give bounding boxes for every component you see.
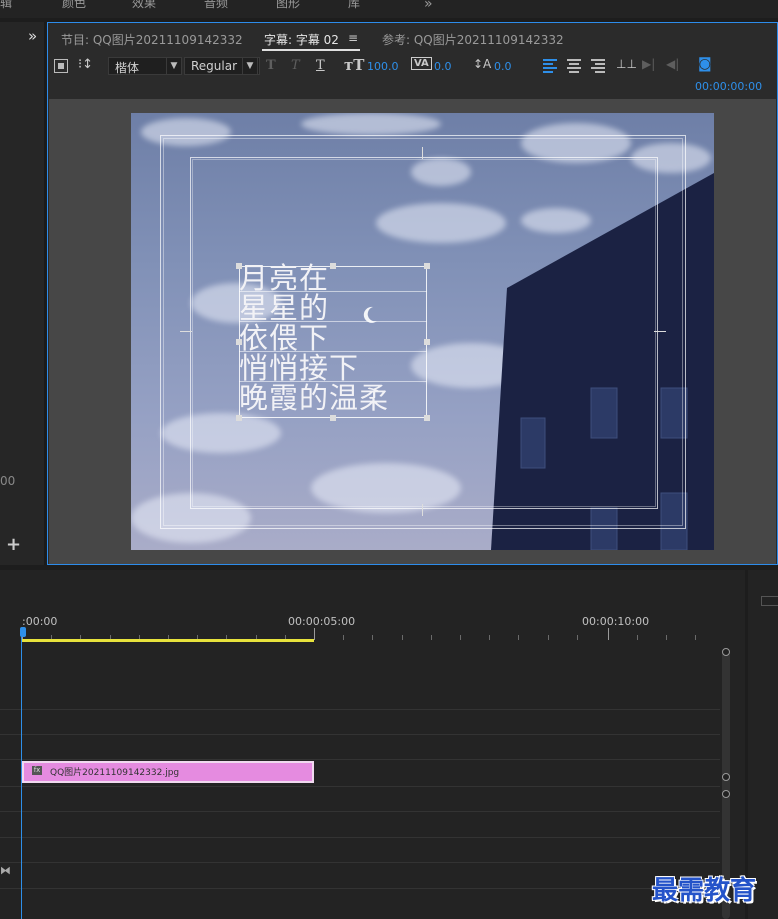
- kerning-value[interactable]: 0.0: [434, 60, 452, 73]
- work-area-bar[interactable]: [22, 639, 314, 642]
- crescent-moon-icon: [363, 306, 377, 323]
- align-left-icon[interactable]: [543, 59, 557, 73]
- tab-title[interactable]: 字幕: 字幕 02: [264, 31, 339, 48]
- fx-badge: fx: [32, 766, 42, 775]
- video-clip[interactable]: fx QQ图片20211109142332.jpg: [22, 761, 314, 783]
- title-designer-panel: » 节目: QQ图片20211109142332 字幕: 字幕 02 ≡ 参考:…: [28, 22, 778, 565]
- center-mark: [180, 331, 192, 332]
- track-divider: [0, 862, 720, 863]
- resize-handle[interactable]: [236, 263, 242, 269]
- resize-handle[interactable]: [424, 339, 430, 345]
- timecode-label: :00:00: [22, 615, 58, 628]
- template-icon[interactable]: ◀|: [666, 57, 679, 71]
- add-icon[interactable]: +: [6, 534, 21, 555]
- timecode-display[interactable]: 00:00:00:00: [695, 80, 762, 93]
- panel-edge: [761, 596, 778, 606]
- snap-icon[interactable]: ⧓: [0, 864, 11, 877]
- font-size-icon: тT: [344, 56, 365, 74]
- resize-handle[interactable]: [424, 415, 430, 421]
- timecode-label: 00:00:05:00: [288, 615, 356, 628]
- scroll-handle[interactable]: [722, 648, 730, 656]
- timecode-label: 00:00:10:00: [582, 615, 650, 628]
- active-tab-indicator: [262, 49, 360, 51]
- tab-reference[interactable]: 参考: QQ图片20211109142332: [382, 31, 564, 48]
- tab-program[interactable]: 节目: QQ图片20211109142332: [61, 31, 243, 48]
- resize-handle[interactable]: [236, 339, 242, 345]
- workspace-menu-item[interactable]: 音频: [204, 0, 228, 11]
- track-divider: [0, 888, 720, 889]
- align-center-icon[interactable]: [567, 59, 581, 73]
- cloud: [301, 113, 441, 135]
- title-text-line[interactable]: 晚霞的温柔: [239, 383, 389, 413]
- resize-handle[interactable]: [424, 263, 430, 269]
- workspace-menu-item[interactable]: 图形: [276, 0, 300, 11]
- workspace-menu-item[interactable]: 效果: [132, 0, 156, 11]
- track-divider: [0, 734, 720, 735]
- title-text-line[interactable]: 依偎下: [239, 323, 329, 353]
- right-panel: [748, 570, 778, 919]
- resize-handle[interactable]: [330, 415, 336, 421]
- workspace-menu-item[interactable]: 颜色: [62, 0, 86, 11]
- timeline-panel: :00:00 00:00:05:00 00:00:10:00 fx QQ图片20…: [0, 570, 745, 919]
- show-background-video-icon[interactable]: ◙: [698, 56, 712, 72]
- resize-handle[interactable]: [330, 263, 336, 269]
- align-right-icon[interactable]: [591, 59, 605, 73]
- tab-stops-icon[interactable]: ⊥⊥: [616, 57, 637, 71]
- track-divider: [0, 786, 720, 787]
- chevron-down-icon[interactable]: ▼: [166, 57, 182, 75]
- overflow-icon[interactable]: »: [424, 0, 433, 12]
- title-canvas[interactable]: 月亮在 星星的 依偎下 悄悄接下 晚霞的温柔: [49, 99, 776, 564]
- playhead-line[interactable]: [21, 628, 22, 919]
- left-panel: 00 +: [0, 22, 46, 565]
- center-mark: [654, 331, 666, 332]
- font-size-value[interactable]: 100.0: [367, 60, 399, 73]
- workspace-menu-bar: 辑 颜色 效果 音频 图形 库 »: [0, 0, 778, 18]
- track-divider: [0, 811, 720, 812]
- watermark-logo: 最需教育: [652, 876, 757, 906]
- clip-label: QQ图片20211109142332.jpg: [50, 768, 180, 778]
- underline-button[interactable]: T: [316, 58, 325, 73]
- workspace-menu-item[interactable]: 库: [348, 0, 360, 11]
- text-box-icon[interactable]: [54, 59, 68, 73]
- chevron-down-icon[interactable]: ▼: [242, 57, 258, 75]
- collapse-icon[interactable]: »: [28, 27, 37, 45]
- line-spacing-icon[interactable]: ⁝↕: [78, 57, 93, 72]
- roll-crawl-icon[interactable]: ▶|: [642, 57, 655, 71]
- center-mark: [422, 504, 423, 516]
- workspace-menu-item[interactable]: 辑: [0, 0, 12, 11]
- title-text-line[interactable]: 月亮在: [239, 263, 329, 293]
- track-divider: [0, 709, 720, 710]
- left-panel-value: 00: [0, 474, 16, 488]
- kerning-icon: VA: [411, 57, 432, 70]
- background-video-frame: 月亮在 星星的 依偎下 悄悄接下 晚霞的温柔: [131, 113, 714, 550]
- scroll-handle[interactable]: [722, 790, 730, 798]
- font-family-select[interactable]: 楷体: [108, 57, 168, 75]
- panel-divider: [44, 22, 46, 565]
- scroll-handle[interactable]: [722, 773, 730, 781]
- leading-value[interactable]: 0.0: [494, 60, 512, 73]
- italic-button[interactable]: T: [291, 58, 300, 73]
- center-mark: [422, 147, 423, 159]
- track-divider: [0, 837, 720, 838]
- track-divider: [0, 759, 720, 760]
- bold-button[interactable]: T: [266, 58, 276, 73]
- playhead-handle[interactable]: [20, 627, 26, 637]
- leading-icon: ↕A: [473, 57, 492, 71]
- resize-handle[interactable]: [236, 415, 242, 421]
- tab-menu-icon[interactable]: ≡: [348, 31, 358, 45]
- title-text-line[interactable]: 星星的: [239, 293, 329, 323]
- title-text-line[interactable]: 悄悄接下: [239, 353, 359, 383]
